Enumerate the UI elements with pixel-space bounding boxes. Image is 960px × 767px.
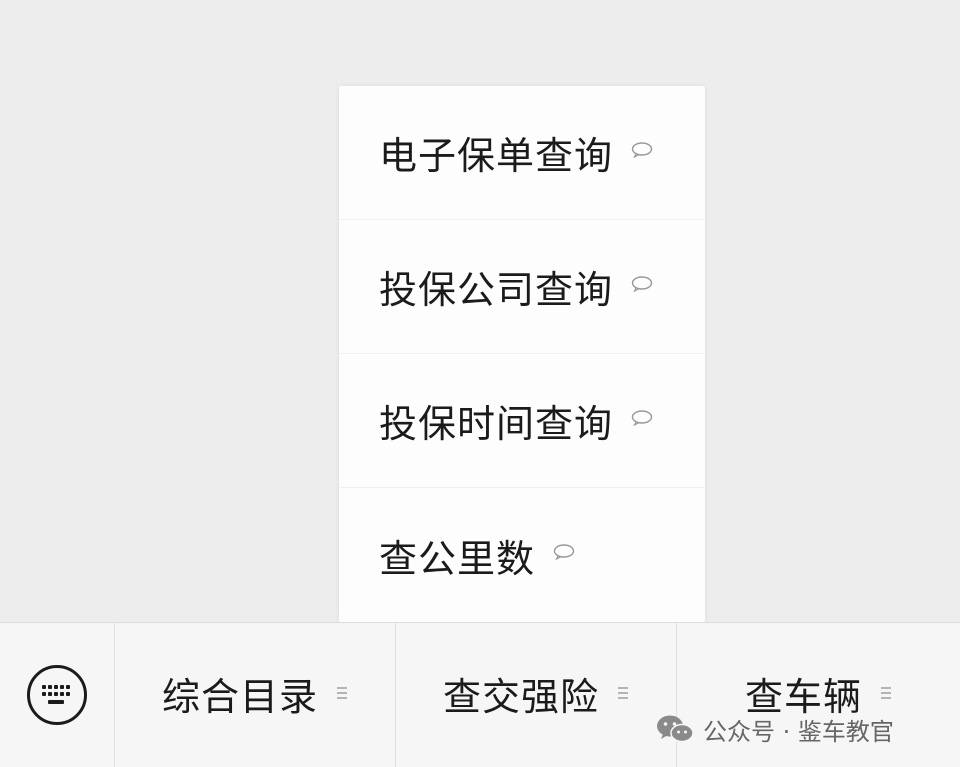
wechat-icon [657, 715, 694, 743]
menu-button-label: 综合目录 [161, 674, 318, 719]
submenu-popup: 电子保单查询 投保公司查询 投保时间查询 查公里数 [339, 86, 705, 622]
submenu-item-insurer-query[interactable]: 投保公司查询 [339, 220, 705, 354]
message-bubble-icon [631, 275, 653, 292]
submenu-item-policy-query[interactable]: 电子保单查询 [339, 86, 705, 220]
message-bubble-icon [631, 141, 653, 158]
submenu-item-label: 查公里数 [379, 536, 536, 581]
menu-button-label: 查交强险 [442, 674, 599, 719]
submenu-item-label: 投保时间查询 [379, 402, 614, 446]
submenu-list-icon [881, 687, 891, 699]
submenu-list-icon [618, 687, 628, 699]
submenu-item-insure-date-query[interactable]: 投保时间查询 [339, 354, 705, 488]
watermark: 公众号 · 鉴车教官 [655, 709, 894, 749]
menu-button-compulsory-insurance[interactable]: 查交强险 [396, 623, 677, 767]
keyboard-icon [27, 665, 87, 725]
submenu-list-icon [337, 687, 347, 699]
submenu-item-mileage-query[interactable]: 查公里数 [339, 488, 705, 622]
message-bubble-icon [553, 544, 575, 560]
watermark-text: 公众号 · 鉴车教官 [703, 717, 894, 746]
submenu-item-label: 投保公司查询 [379, 268, 614, 312]
message-bubble-icon [631, 409, 653, 426]
submenu-item-label: 电子保单查询 [379, 134, 614, 178]
keyboard-toggle-button[interactable] [0, 623, 115, 767]
menu-button-catalog[interactable]: 综合目录 [115, 623, 396, 767]
